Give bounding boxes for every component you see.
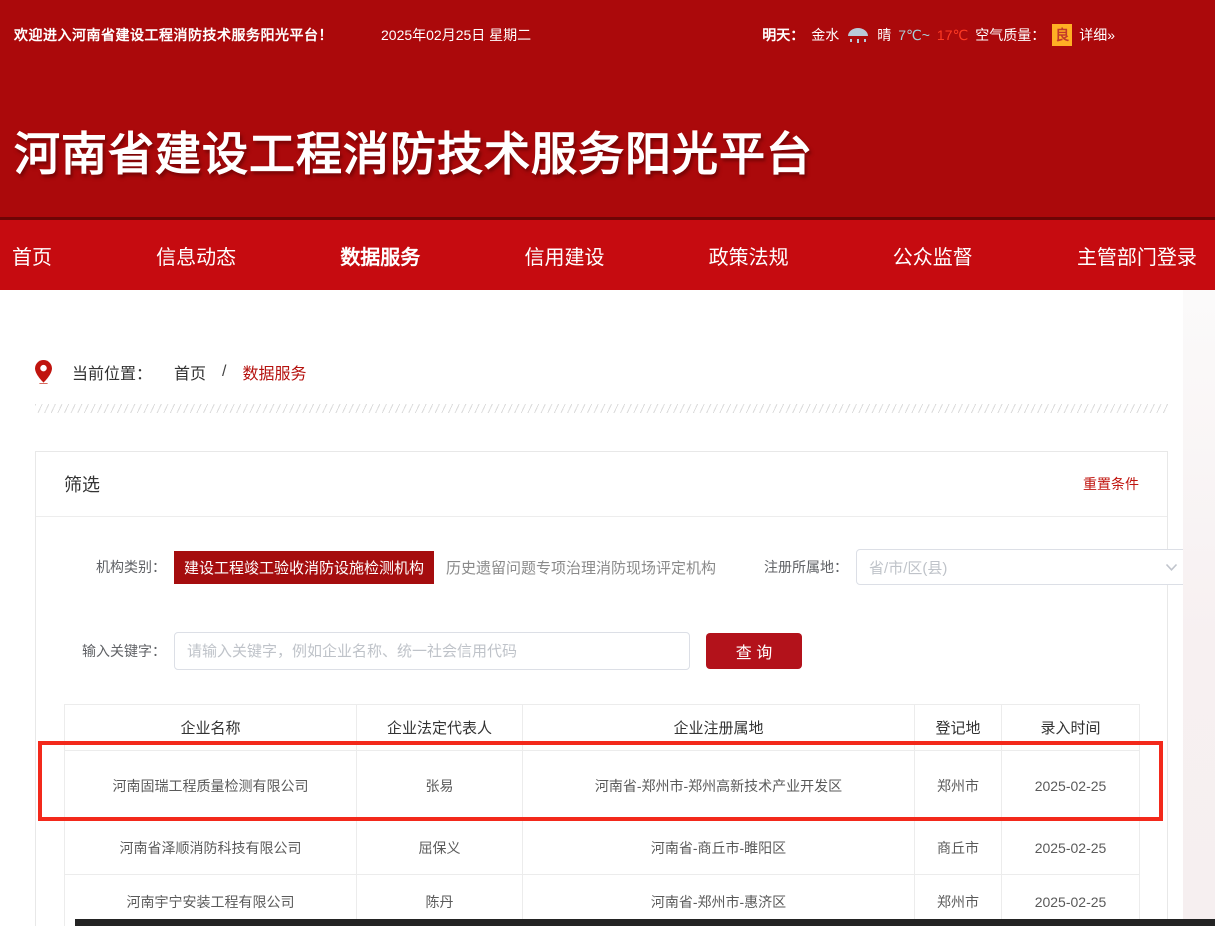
filter-panel-header: 筛选 重置条件	[36, 452, 1167, 517]
keyword-input[interactable]	[174, 632, 690, 670]
breadcrumb-label: 当前位置：	[72, 360, 152, 384]
filter-panel-body: 机构类别： 建设工程竣工验收消防设施检测机构 历史遗留问题专项治理消防现场评定机…	[36, 517, 1167, 926]
district-text: 金水	[811, 25, 839, 45]
temp-high: 17℃	[937, 27, 968, 44]
nav-item-admin-login[interactable]: 主管部门登录	[1077, 241, 1197, 270]
category-label: 机构类别：	[64, 557, 166, 577]
filter-title: 筛选	[64, 471, 100, 497]
location-pin-icon	[35, 360, 52, 384]
cell-registered-location: 河南省-商丘市-睢阳区	[523, 821, 915, 875]
region-select-placeholder: 省/市/区(县)	[869, 557, 1165, 578]
results-table: 企业名称 企业法定代表人 企业注册属地 登记地 录入时间 河南固瑞工程质量检测有…	[64, 704, 1140, 926]
chevron-down-icon	[1165, 563, 1178, 572]
weather-condition: 晴	[877, 25, 891, 45]
air-quality-badge: 良	[1052, 24, 1072, 46]
air-quality-label: 空气质量：	[975, 25, 1045, 45]
cell-company: 河南固瑞工程质量检测有限公司	[65, 751, 357, 821]
weather-awning-icon	[846, 26, 870, 44]
nav-item-supervision[interactable]: 公众监督	[893, 241, 973, 270]
nav-item-policy[interactable]: 政策法规	[709, 241, 789, 270]
region-select[interactable]: 省/市/区(县)	[856, 549, 1191, 585]
weather-widget: 明天： 金水 晴 7℃~ 17℃ 空气质量： 良 详细»	[762, 24, 1115, 46]
category-chip-selected[interactable]: 建设工程竣工验收消防设施检测机构	[174, 551, 434, 584]
page-edge-strip	[1183, 290, 1215, 926]
category-chip-unselected[interactable]: 历史遗留问题专项治理消防现场评定机构	[446, 557, 716, 578]
breadcrumb: 当前位置： 首页 / 数据服务	[35, 360, 1215, 384]
page: 欢迎进入河南省建设工程消防技术服务阳光平台！ 2025年02月25日 星期二 明…	[0, 0, 1215, 926]
keyword-filter-row: 输入关键字： 查 询	[64, 632, 1139, 670]
weather-detail-link[interactable]: 详细»	[1079, 25, 1115, 45]
cell-entry-date: 2025-02-25	[1002, 821, 1140, 875]
cell-company: 河南省泽顺消防科技有限公司	[65, 821, 357, 875]
nav-item-news[interactable]: 信息动态	[156, 241, 236, 270]
col-header-registry-city: 登记地	[915, 705, 1002, 751]
stripe-divider	[35, 404, 1168, 413]
topbar: 欢迎进入河南省建设工程消防技术服务阳光平台！ 2025年02月25日 星期二 明…	[0, 0, 1215, 46]
table-row[interactable]: 河南固瑞工程质量检测有限公司 张易 河南省-郑州市-郑州高新技术产业开发区 郑州…	[65, 751, 1140, 821]
breadcrumb-current-link[interactable]: 数据服务	[242, 360, 306, 384]
cell-entry-date: 2025-02-25	[1002, 751, 1140, 821]
tomorrow-label: 明天：	[762, 25, 804, 45]
table-header-row: 企业名称 企业法定代表人 企业注册属地 登记地 录入时间	[65, 705, 1140, 751]
temp-low: 7℃~	[898, 27, 930, 44]
footer-bar	[75, 919, 1215, 926]
col-header-registered-location: 企业注册属地	[523, 705, 915, 751]
page-title: 河南省建设工程消防技术服务阳光平台	[14, 118, 813, 184]
cell-legal-rep: 屈保义	[357, 821, 523, 875]
cell-registry-city: 郑州市	[915, 751, 1002, 821]
cell-legal-rep: 张易	[357, 751, 523, 821]
site-header: 欢迎进入河南省建设工程消防技术服务阳光平台！ 2025年02月25日 星期二 明…	[0, 0, 1215, 217]
welcome-text: 欢迎进入河南省建设工程消防技术服务阳光平台！	[14, 25, 333, 45]
breadcrumb-separator: /	[222, 363, 226, 381]
col-header-legal-rep: 企业法定代表人	[357, 705, 523, 751]
region-filter-group: 注册所属地： 省/市/区(县)	[746, 549, 1191, 585]
category-filter-row: 机构类别： 建设工程竣工验收消防设施检测机构 历史遗留问题专项治理消防现场评定机…	[64, 548, 1139, 586]
col-header-entry-date: 录入时间	[1002, 705, 1140, 751]
reset-filters-link[interactable]: 重置条件	[1083, 474, 1139, 494]
search-button[interactable]: 查 询	[706, 633, 802, 669]
nav-item-credit[interactable]: 信用建设	[524, 241, 604, 270]
breadcrumb-home-link[interactable]: 首页	[174, 360, 206, 384]
table-row[interactable]: 河南省泽顺消防科技有限公司 屈保义 河南省-商丘市-睢阳区 商丘市 2025-0…	[65, 821, 1140, 875]
col-header-company: 企业名称	[65, 705, 357, 751]
cell-registry-city: 商丘市	[915, 821, 1002, 875]
region-label: 注册所属地：	[746, 557, 848, 577]
filter-panel: 筛选 重置条件 机构类别： 建设工程竣工验收消防设施检测机构 历史遗留问题专项治…	[35, 451, 1168, 926]
cell-registered-location: 河南省-郑州市-郑州高新技术产业开发区	[523, 751, 915, 821]
main-nav: 首页 信息动态 数据服务 信用建设 政策法规 公众监督 主管部门登录	[0, 217, 1215, 290]
date-text: 2025年02月25日 星期二	[381, 25, 531, 45]
nav-item-home[interactable]: 首页	[12, 241, 52, 270]
keyword-label: 输入关键字：	[64, 641, 166, 661]
nav-item-data-service[interactable]: 数据服务	[340, 241, 420, 270]
